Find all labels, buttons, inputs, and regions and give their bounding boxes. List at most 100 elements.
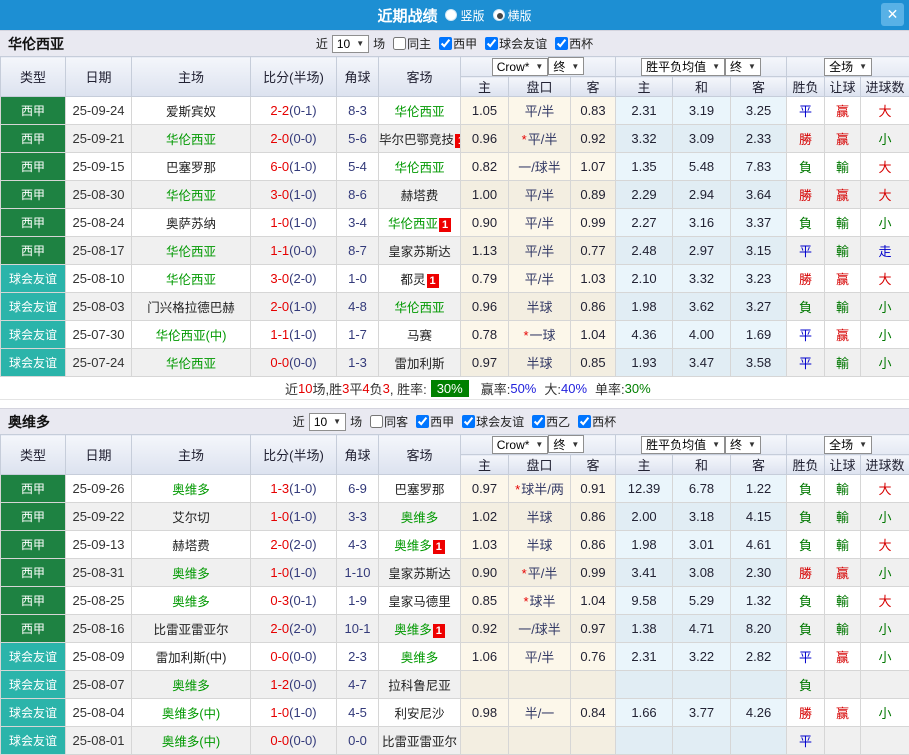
score-cell: 2-0(2-0)	[251, 615, 337, 643]
handicap-value: 平/半	[525, 104, 555, 119]
home-team-link[interactable]: 华伦西亚(中)	[156, 329, 227, 343]
filter-checkbox[interactable]	[416, 415, 429, 428]
home-team-link[interactable]: 华伦西亚	[166, 189, 216, 203]
away-team-link[interactable]: 华伦西亚	[394, 161, 444, 175]
away-team-link[interactable]: 奥维多	[394, 623, 432, 637]
filter-check[interactable]: 同主	[389, 35, 431, 52]
layout-radio-horizontal[interactable]: 横版	[493, 7, 532, 24]
home-team-link[interactable]: 艾尔切	[172, 511, 210, 525]
result-handicap-cell: 輸	[825, 615, 861, 643]
score-cell: 3-0(1-0)	[251, 181, 337, 209]
filter-check[interactable]: 西甲	[412, 413, 454, 430]
away-team-link[interactable]: 赫塔费	[401, 189, 439, 203]
home-team-link[interactable]: 奥萨苏纳	[166, 217, 216, 231]
subcolumn-header: 客	[571, 455, 616, 475]
home-team-link[interactable]: 门兴格拉德巴赫	[147, 301, 235, 315]
avg-type-select[interactable]: 胜平负均值▼	[641, 436, 725, 454]
home-team-link[interactable]: 奥维多(中)	[162, 735, 220, 749]
close-icon[interactable]: ✕	[881, 3, 904, 26]
home-odds-cell: 0.85	[461, 587, 509, 615]
dropdown-arrow-icon: ▼	[712, 62, 720, 71]
away-team-link[interactable]: 华伦西亚	[394, 105, 444, 119]
filter-check[interactable]: 同客	[366, 413, 408, 430]
away-team-link[interactable]: 华伦西亚	[388, 217, 438, 231]
radio-unselected-icon[interactable]	[445, 9, 457, 21]
filter-checkbox[interactable]	[555, 37, 568, 50]
home-team-link[interactable]: 华伦西亚	[166, 357, 216, 371]
filter-check[interactable]: 球会友谊	[481, 35, 547, 52]
filter-check[interactable]: 西杯	[551, 35, 593, 52]
summary-segment: 负	[370, 379, 383, 398]
avg-stage-select[interactable]: 终▼	[725, 58, 761, 76]
layout-radio-vertical[interactable]: 竖版	[445, 7, 484, 24]
halftime-score: (1-0)	[289, 327, 316, 342]
filter-check[interactable]: 西杯	[574, 413, 616, 430]
away-team-link[interactable]: 都灵	[400, 273, 425, 287]
subcolumn-header: 主	[616, 455, 673, 475]
odds-company-select[interactable]: Crow*▼	[492, 58, 549, 76]
home-odds-cell: 0.79	[461, 265, 509, 293]
odds-stage-select[interactable]: 终▼	[548, 435, 584, 453]
away-team-link[interactable]: 皇家苏斯达	[388, 245, 451, 259]
away-team-link[interactable]: 毕尔巴鄂竞技	[379, 133, 454, 147]
avg-home-cell: 2.48	[616, 237, 673, 265]
recent-count-select[interactable]: 10▼	[332, 35, 369, 53]
home-team-link[interactable]: 华伦西亚	[166, 133, 216, 147]
summary-segment: 平	[349, 379, 362, 398]
filter-checkbox[interactable]	[439, 37, 452, 50]
filter-check[interactable]: 西甲	[435, 35, 477, 52]
filter-checkbox[interactable]	[485, 37, 498, 50]
filter-checkbox[interactable]	[370, 415, 383, 428]
recent-count-select[interactable]: 10▼	[309, 413, 346, 431]
avg-type-select[interactable]: 胜平负均值▼	[641, 58, 725, 76]
home-team-link[interactable]: 爱斯宾奴	[166, 105, 216, 119]
scope-select[interactable]: 全场▼	[824, 58, 872, 76]
home-team-link[interactable]: 奥维多(中)	[162, 707, 220, 721]
away-team-link[interactable]: 皇家马德里	[388, 595, 451, 609]
avg-draw-cell	[673, 727, 731, 755]
home-team-link[interactable]: 巴塞罗那	[166, 161, 216, 175]
away-team-link[interactable]: 拉科鲁尼亚	[388, 679, 451, 693]
filter-check[interactable]: 球会友谊	[458, 413, 524, 430]
scope-select[interactable]: 全场▼	[824, 436, 872, 454]
home-team-link[interactable]: 华伦西亚	[166, 245, 216, 259]
odds-company-select[interactable]: Crow*▼	[492, 436, 549, 454]
filter-check-label: 西杯	[569, 35, 593, 52]
summary-segment: 单率:	[595, 379, 625, 398]
away-team-link[interactable]: 华伦西亚	[394, 301, 444, 315]
away-team-link[interactable]: 巴塞罗那	[394, 483, 444, 497]
home-team-link[interactable]: 奥维多	[172, 567, 210, 581]
avg-away-cell: 4.15	[731, 503, 787, 531]
home-team-link[interactable]: 赫塔费	[172, 539, 210, 553]
away-team-link[interactable]: 马赛	[407, 329, 432, 343]
home-team-link[interactable]: 奥维多	[172, 483, 210, 497]
home-team-cell: 华伦西亚	[132, 237, 251, 265]
home-team-link[interactable]: 比雷亚雷亚尔	[153, 623, 228, 637]
odds-stage-select[interactable]: 终▼	[548, 57, 584, 75]
avg-draw-cell: 3.16	[673, 209, 731, 237]
home-team-link[interactable]: 华伦西亚	[166, 273, 216, 287]
away-team-link[interactable]: 皇家苏斯达	[388, 567, 451, 581]
away-team-link[interactable]: 利安尼沙	[394, 707, 444, 721]
filter-checkbox[interactable]	[462, 415, 475, 428]
radio-selected-icon[interactable]	[493, 9, 505, 21]
home-team-link[interactable]: 雷加利斯(中)	[156, 651, 227, 665]
home-team-link[interactable]: 奥维多	[172, 679, 210, 693]
result-goals-cell: 小	[861, 125, 909, 153]
filter-checkbox[interactable]	[578, 415, 591, 428]
filter-checkbox[interactable]	[532, 415, 545, 428]
avg-home-cell: 4.36	[616, 321, 673, 349]
away-team-link[interactable]: 雷加利斯	[394, 357, 444, 371]
home-team-link[interactable]: 奥维多	[172, 595, 210, 609]
avg-stage-select[interactable]: 终▼	[725, 436, 761, 454]
away-team-link[interactable]: 奥维多	[401, 651, 439, 665]
away-team-link[interactable]: 奥维多	[401, 511, 439, 525]
handicap-cell: 一/球半	[509, 153, 571, 181]
result-goals-cell: 小	[861, 349, 909, 377]
filter-check[interactable]: 西乙	[528, 413, 570, 430]
away-team-link[interactable]: 比雷亚雷亚尔	[382, 735, 457, 749]
result-handicap-cell: 赢	[825, 699, 861, 727]
filter-checkbox[interactable]	[393, 37, 406, 50]
result-goals-cell: 大	[861, 475, 909, 503]
away-team-link[interactable]: 奥维多	[394, 539, 432, 553]
